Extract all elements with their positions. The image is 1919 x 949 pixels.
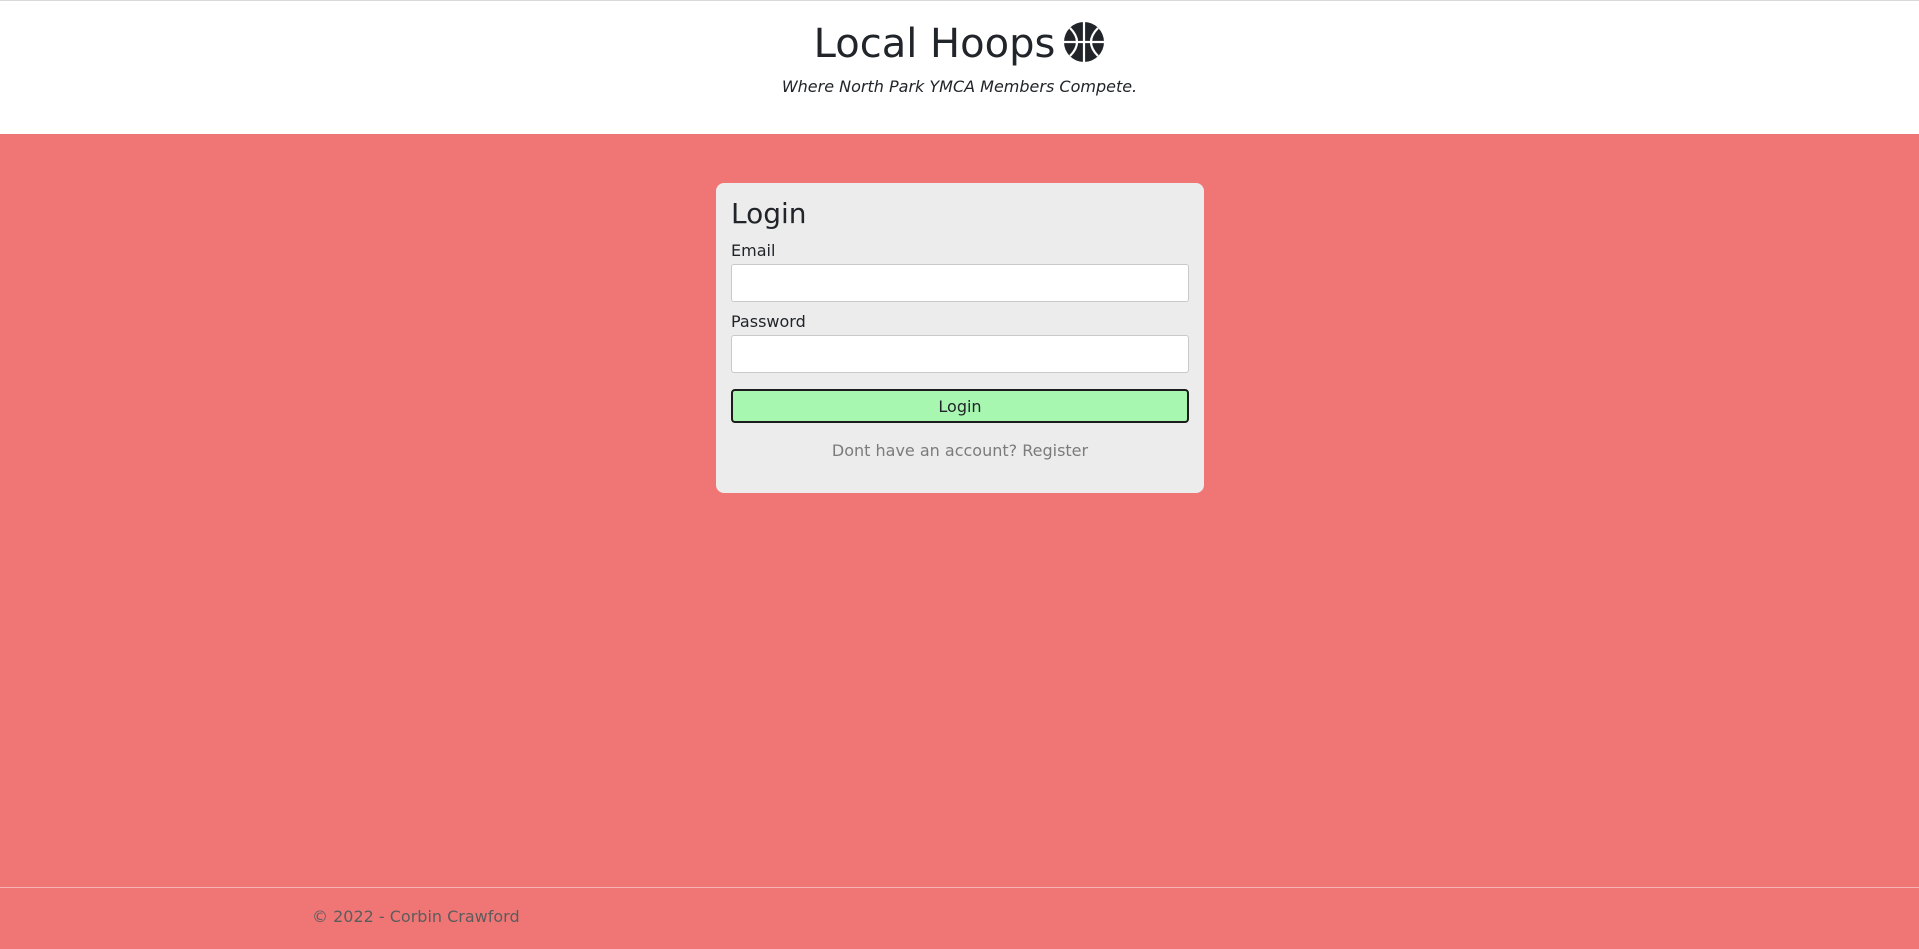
site-title: Local Hoops bbox=[813, 21, 1056, 67]
basketball-icon bbox=[1063, 21, 1105, 63]
site-header: Local Hoops Where North Park YMCA Member… bbox=[0, 0, 1919, 134]
email-field[interactable] bbox=[731, 264, 1189, 302]
site-brand[interactable]: Local Hoops bbox=[0, 19, 1919, 69]
footer-divider bbox=[0, 887, 1919, 888]
login-card: Login Email Password Login Dont have an … bbox=[716, 183, 1204, 493]
footer-copyright: © 2022 - Corbin Crawford bbox=[312, 907, 520, 926]
register-prompt-text: Dont have an account? bbox=[831, 441, 1018, 460]
password-label: Password bbox=[731, 312, 806, 331]
login-heading: Login bbox=[731, 197, 807, 230]
email-label: Email bbox=[731, 241, 776, 260]
password-field[interactable] bbox=[731, 335, 1189, 373]
register-prompt-line: Dont have an account? Register bbox=[731, 441, 1189, 460]
login-button[interactable]: Login bbox=[731, 389, 1189, 423]
register-link[interactable]: Register bbox=[1022, 441, 1088, 460]
site-tagline: Where North Park YMCA Members Compete. bbox=[781, 77, 1138, 96]
